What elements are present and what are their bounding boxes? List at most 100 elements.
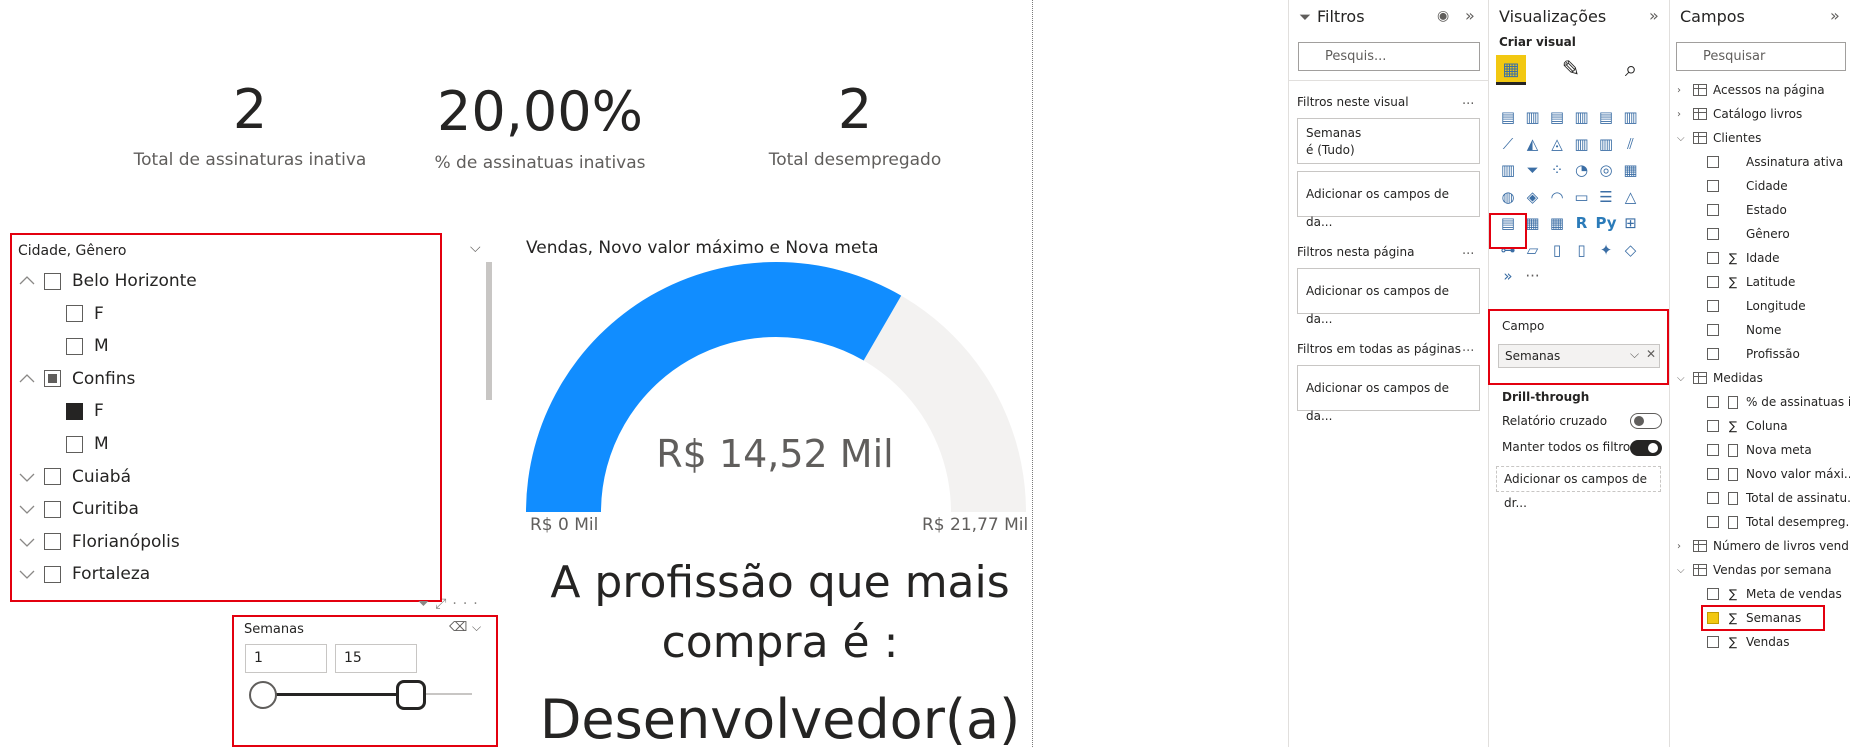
visual-header-icons[interactable]: ⏷⤢··· xyxy=(418,596,484,612)
filters-all-pages-dropzone[interactable]: Adicionar os campos de da... xyxy=(1297,365,1480,423)
filters-search-input[interactable]: Pesquis... xyxy=(1298,42,1480,71)
field-table[interactable]: › Número de livros vendi... xyxy=(1677,534,1850,558)
slicer-item[interactable]: Cuiabá xyxy=(18,462,131,492)
checkbox[interactable] xyxy=(44,565,61,583)
checkbox[interactable] xyxy=(66,305,83,323)
slicer-item[interactable]: Confins xyxy=(18,364,135,394)
weeks-to-input[interactable]: 15 xyxy=(335,644,417,673)
100-column-icon[interactable]: ▥ xyxy=(1620,106,1642,128)
narrative-icon[interactable]: ▯ xyxy=(1546,239,1568,261)
field-table[interactable]: › Acessos na página xyxy=(1677,78,1825,102)
checkbox[interactable] xyxy=(44,500,61,518)
field-table[interactable]: ⌵ Vendas por semana xyxy=(1677,558,1832,582)
chevron-down-icon[interactable] xyxy=(18,468,36,486)
more-options-icon[interactable]: ... xyxy=(1462,340,1474,355)
slicer-item[interactable]: Curitiba xyxy=(18,494,139,524)
ribbon-icon[interactable]: ⫽ xyxy=(1620,133,1642,155)
collapse-pane-icon[interactable]: » xyxy=(1830,6,1840,25)
format-visual-tab-icon[interactable]: ✎ xyxy=(1556,55,1586,85)
weeks-from-input[interactable]: 1 xyxy=(245,644,327,673)
checkbox[interactable] xyxy=(44,272,61,290)
field-item[interactable]: Nova meta xyxy=(1677,438,1812,462)
chevron-up-icon[interactable] xyxy=(18,272,36,290)
field-checkbox[interactable] xyxy=(1707,348,1719,360)
slicer-item[interactable]: Fortaleza xyxy=(18,559,150,589)
field-checkbox[interactable] xyxy=(1707,636,1719,648)
chevron-down-icon[interactable] xyxy=(18,533,36,551)
matrix-icon[interactable]: ▦ xyxy=(1546,212,1568,234)
field-table[interactable]: ⌵ Clientes xyxy=(1677,126,1761,150)
field-table[interactable]: › Catálogo livros xyxy=(1677,102,1802,126)
filters-visual-dropzone[interactable]: Adicionar os campos de da... xyxy=(1297,171,1480,229)
slicer-item[interactable]: M xyxy=(66,331,109,361)
chevron-up-icon[interactable] xyxy=(18,370,36,388)
chevron-down-icon[interactable]: ⌵ xyxy=(1677,565,1689,576)
gauge-icon[interactable]: ◠ xyxy=(1546,186,1568,208)
checkbox[interactable] xyxy=(44,533,61,551)
waterfall-icon[interactable]: ▥ xyxy=(1497,159,1519,181)
line-column-icon[interactable]: ▥ xyxy=(1571,133,1593,155)
multirow-card-icon[interactable]: ☰ xyxy=(1595,186,1617,208)
stacked-column-icon[interactable]: ▥ xyxy=(1522,106,1544,128)
stacked-area-icon[interactable]: ◬ xyxy=(1546,133,1568,155)
field-checkbox[interactable] xyxy=(1707,492,1719,504)
field-item[interactable]: Gênero xyxy=(1677,222,1790,246)
close-icon[interactable]: ✕ xyxy=(1646,347,1656,361)
line-icon[interactable]: ⟋ xyxy=(1497,133,1519,155)
analytics-tab-icon[interactable]: ⌕ xyxy=(1616,55,1646,85)
card-value-inactive-percent[interactable]: 20,00% xyxy=(420,80,660,143)
card-icon[interactable]: ▭ xyxy=(1571,186,1593,208)
field-checkbox[interactable] xyxy=(1707,516,1719,528)
field-item[interactable]: Total de assinatu... xyxy=(1677,486,1850,510)
smart-narrative-icon[interactable]: » xyxy=(1497,265,1519,287)
paginated-icon[interactable]: ▯ xyxy=(1571,239,1593,261)
field-item[interactable]: Profissão xyxy=(1677,342,1800,366)
kpi-icon[interactable]: △ xyxy=(1620,186,1642,208)
field-item[interactable]: Nome xyxy=(1677,318,1781,342)
funnel-icon[interactable]: ⏷ xyxy=(1522,159,1544,181)
filter-card-weeks[interactable]: Semanas é (Tudo) xyxy=(1297,118,1480,164)
slicer-item[interactable]: Belo Horizonte xyxy=(18,266,197,296)
field-item[interactable]: ∑ Idade xyxy=(1677,246,1780,270)
field-checkbox[interactable] xyxy=(1707,588,1719,600)
donut-icon[interactable]: ◎ xyxy=(1595,159,1617,181)
slicer-item[interactable]: F xyxy=(66,396,104,426)
field-item[interactable]: ∑ Coluna xyxy=(1677,414,1788,438)
map-icon[interactable]: ◍ xyxy=(1497,186,1519,208)
r-visual-icon[interactable]: R xyxy=(1571,212,1593,234)
pie-icon[interactable]: ◔ xyxy=(1571,159,1593,181)
slicer-scrollbar[interactable] xyxy=(486,262,492,400)
power-automate-icon[interactable]: ◇ xyxy=(1620,239,1642,261)
field-item[interactable]: ∑ Latitude xyxy=(1677,270,1795,294)
field-checkbox[interactable] xyxy=(1707,276,1719,288)
line-clustered-icon[interactable]: ▥ xyxy=(1595,133,1617,155)
checkbox[interactable] xyxy=(66,337,83,355)
python-visual-icon[interactable]: Py xyxy=(1595,212,1617,234)
field-checkbox[interactable] xyxy=(1707,204,1719,216)
card-value-unemployed[interactable]: 2 xyxy=(805,78,905,141)
chevron-down-icon[interactable]: ⌵ xyxy=(1630,347,1639,362)
key-influencers-icon[interactable]: ⊞ xyxy=(1620,212,1642,234)
slicer-item[interactable]: Florianópolis xyxy=(18,527,180,557)
slider-track-active[interactable] xyxy=(262,693,412,696)
field-checkbox[interactable] xyxy=(1707,228,1719,240)
chevron-down-icon[interactable]: ⌵ xyxy=(1677,133,1689,144)
chevron-right-icon[interactable]: › xyxy=(1677,541,1689,552)
fields-search-input[interactable]: Pesquisar xyxy=(1676,42,1846,71)
field-item[interactable]: ∑ Meta de vendas xyxy=(1677,582,1842,606)
chevron-down-icon[interactable]: ⌵ xyxy=(470,240,481,256)
chevron-down-icon[interactable] xyxy=(18,500,36,518)
clustered-bar-icon[interactable]: ▤ xyxy=(1546,106,1568,128)
field-checkbox[interactable] xyxy=(1707,156,1719,168)
field-checkbox[interactable] xyxy=(1707,444,1719,456)
slider-handle-start[interactable] xyxy=(249,681,277,709)
100-bar-icon[interactable]: ▤ xyxy=(1595,106,1617,128)
filters-page-dropzone[interactable]: Adicionar os campos de da... xyxy=(1297,268,1480,326)
field-table[interactable]: ⌵ Medidas xyxy=(1677,366,1763,390)
stacked-bar-icon[interactable]: ▤ xyxy=(1497,106,1519,128)
checkbox[interactable] xyxy=(44,468,61,486)
chevron-down-icon[interactable] xyxy=(18,565,36,583)
eye-icon[interactable]: ◉ xyxy=(1437,8,1449,24)
slicer-item[interactable]: F xyxy=(66,299,104,329)
more-options-icon[interactable]: ... xyxy=(1462,93,1474,108)
